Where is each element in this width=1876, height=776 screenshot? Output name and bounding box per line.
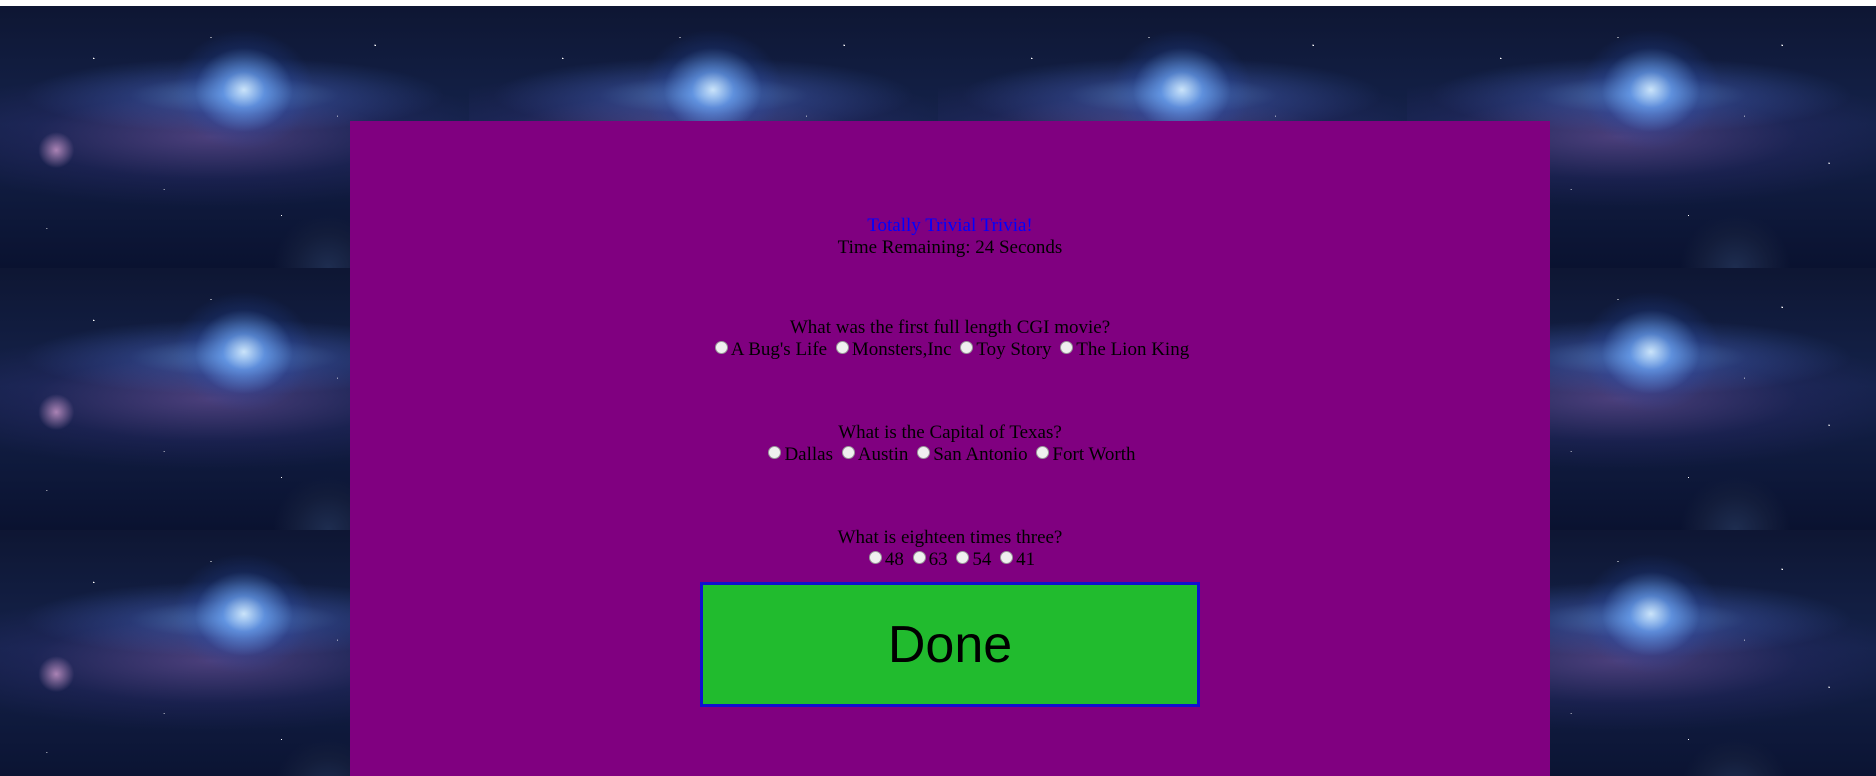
done-button[interactable]: Done: [700, 582, 1200, 707]
answer-label: The Lion King: [1076, 339, 1190, 360]
question-text: What is eighteen times three?: [837, 527, 1063, 548]
radio-button[interactable]: [1036, 446, 1050, 459]
answer-option[interactable]: 54: [952, 549, 991, 570]
question-text: What is the Capital of Texas?: [838, 422, 1062, 443]
answer-options: Dallas Austin San Antonio Fort Worth: [764, 444, 1136, 466]
radio-button[interactable]: [1060, 341, 1074, 354]
answer-option[interactable]: Fort Worth: [1032, 444, 1136, 465]
answer-label: Fort Worth: [1052, 444, 1136, 465]
answer-option[interactable]: San Antonio: [913, 444, 1028, 465]
answer-option[interactable]: 41: [996, 549, 1035, 570]
radio-button[interactable]: [841, 446, 855, 459]
radio-button[interactable]: [917, 446, 931, 459]
radio-button[interactable]: [768, 446, 782, 459]
question-block: What was the first full length CGI movie…: [350, 317, 1550, 361]
radio-button[interactable]: [714, 341, 728, 354]
answer-label: 63: [928, 549, 948, 570]
answer-label: 41: [1016, 549, 1036, 570]
answer-options: 48 63 54 41: [865, 549, 1035, 571]
answer-option[interactable]: 63: [909, 549, 948, 570]
radio-button[interactable]: [1000, 551, 1014, 564]
answer-label: Monsters,Inc: [851, 339, 952, 360]
answer-options: A Bug's Life Monsters,Inc Toy Story The …: [711, 339, 1189, 361]
answer-label: Dallas: [784, 444, 833, 465]
answer-label: San Antonio: [933, 444, 1028, 465]
time-remaining: Time Remaining: 24 Seconds: [837, 237, 1063, 258]
answer-label: 54: [972, 549, 992, 570]
answer-label: Toy Story: [976, 339, 1052, 360]
page-title: Totally Trivial Trivia!: [867, 215, 1033, 236]
radio-button[interactable]: [868, 551, 882, 564]
radio-button[interactable]: [956, 551, 970, 564]
trivia-panel: Totally Trivial Trivia! Time Remaining: …: [350, 121, 1550, 776]
radio-button[interactable]: [912, 551, 926, 564]
answer-option[interactable]: Austin: [838, 444, 909, 465]
answer-option[interactable]: Toy Story: [956, 339, 1052, 360]
answer-option[interactable]: A Bug's Life: [711, 339, 827, 360]
answer-option[interactable]: 48: [865, 549, 904, 570]
answer-option[interactable]: The Lion King: [1056, 339, 1189, 360]
radio-button[interactable]: [960, 341, 974, 354]
answer-label: 48: [884, 549, 904, 570]
question-block: What is eighteen times three? 48 63 54 4…: [350, 527, 1550, 571]
question-text: What was the first full length CGI movie…: [789, 317, 1111, 338]
question-block: What is the Capital of Texas? Dallas Aus…: [350, 422, 1550, 466]
answer-option[interactable]: Monsters,Inc: [832, 339, 952, 360]
answer-option[interactable]: Dallas: [764, 444, 833, 465]
answer-label: A Bug's Life: [730, 339, 828, 360]
answer-label: Austin: [857, 444, 909, 465]
radio-button[interactable]: [835, 341, 849, 354]
